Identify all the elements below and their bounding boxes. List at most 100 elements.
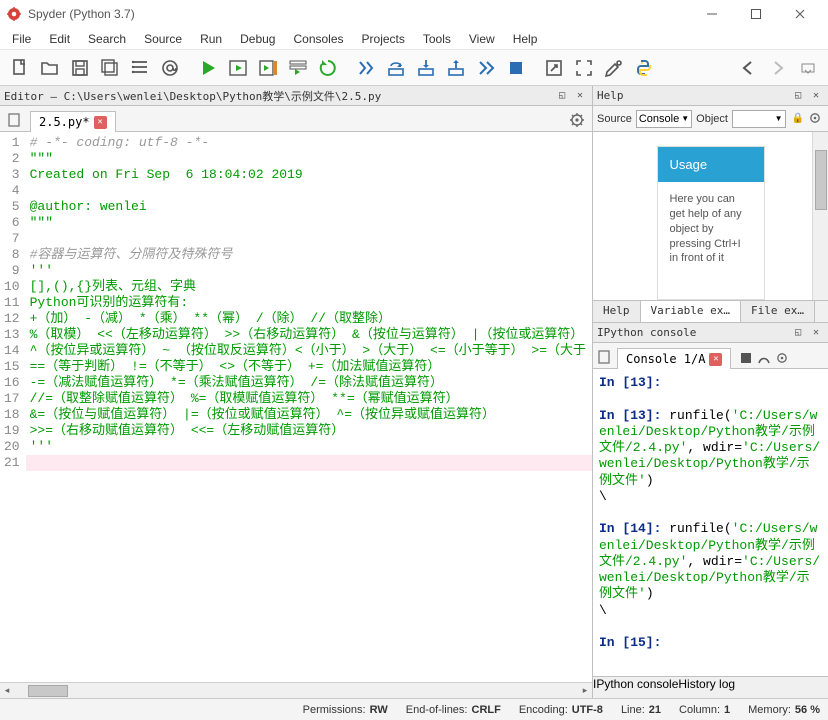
status-eol: CRLF	[472, 704, 501, 716]
console-stop-button[interactable]	[739, 351, 753, 368]
status-mem: 56 %	[795, 704, 820, 716]
editor-tabbar: 2.5.py* ✕	[0, 106, 592, 132]
cwd-dropdown[interactable]	[794, 54, 822, 82]
step-into-button[interactable]	[412, 54, 440, 82]
help-source-label: Source	[597, 113, 632, 125]
ipython-close-button[interactable]: ✕	[808, 326, 824, 340]
menu-tools[interactable]: Tools	[415, 30, 459, 48]
rerun-button[interactable]	[314, 54, 342, 82]
editor-tab[interactable]: 2.5.py* ✕	[30, 111, 116, 132]
menu-projects[interactable]: Projects	[354, 30, 413, 48]
new-file-button[interactable]	[6, 54, 34, 82]
console-tabbar: Console 1/A ✕	[593, 343, 828, 369]
status-enc-label: Encoding:	[519, 704, 568, 716]
editor-undock-button[interactable]: ◱	[554, 89, 570, 103]
code-area[interactable]: # -*- coding: utf-8 -*-"""Created on Fri…	[26, 132, 592, 682]
fullscreen-button[interactable]	[570, 54, 598, 82]
statusbar: Permissions: RW End-of-lines: CRLF Encod…	[0, 698, 828, 720]
ipython-pane-header: IPython console ◱ ✕	[593, 323, 828, 343]
console-output[interactable]: In [13]: In [13]: runfile('C:/Users/wenl…	[593, 369, 828, 676]
back-button[interactable]	[734, 54, 762, 82]
forward-button[interactable]	[764, 54, 792, 82]
editor-pane-header: Editor — C:\Users\wenlei\Desktop\Python教…	[0, 86, 592, 106]
help-pane-header: Help ◱ ✕	[593, 86, 828, 106]
minimize-button[interactable]	[690, 0, 734, 28]
status-enc: UTF-8	[572, 704, 603, 716]
status-line: 21	[649, 704, 661, 716]
status-col-label: Column:	[679, 704, 720, 716]
open-file-button[interactable]	[36, 54, 64, 82]
tab-history-log[interactable]: History log	[678, 677, 735, 698]
editor-tab-label: 2.5.py*	[39, 115, 90, 129]
console-options-button[interactable]	[775, 351, 789, 368]
console-tab-label: Console 1/A	[626, 352, 705, 366]
menu-edit[interactable]: Edit	[41, 30, 78, 48]
editor-tab-close-button[interactable]: ✕	[94, 116, 107, 129]
menu-file[interactable]: File	[4, 30, 39, 48]
menu-debug[interactable]: Debug	[232, 30, 283, 48]
preferences-button[interactable]	[600, 54, 628, 82]
editor-pane-title: Editor — C:\Users\wenlei\Desktop\Python教…	[4, 88, 552, 104]
console-switcher-button[interactable]	[597, 349, 613, 368]
menubar: File Edit Search Source Run Debug Consol…	[0, 28, 828, 50]
help-close-button[interactable]: ✕	[808, 89, 824, 103]
at-button[interactable]	[156, 54, 184, 82]
help-pane-title: Help	[597, 89, 788, 102]
python-path-button[interactable]	[630, 54, 658, 82]
editor-close-button[interactable]: ✕	[572, 89, 588, 103]
menu-consoles[interactable]: Consoles	[285, 30, 351, 48]
run-cell-button[interactable]	[224, 54, 252, 82]
help-vscrollbar[interactable]	[812, 132, 828, 300]
help-usage-card: Usage Here you can get help of any objec…	[657, 146, 765, 300]
editor-options-button[interactable]	[566, 109, 588, 131]
run-button[interactable]	[194, 54, 222, 82]
lock-icon[interactable]: 🔒	[792, 113, 804, 124]
close-button[interactable]	[778, 0, 822, 28]
help-undock-button[interactable]: ◱	[790, 89, 806, 103]
save-all-button[interactable]	[96, 54, 124, 82]
run-selection-button[interactable]	[284, 54, 312, 82]
menu-view[interactable]: View	[461, 30, 503, 48]
status-perm-label: Permissions:	[303, 704, 366, 716]
status-mem-label: Memory:	[748, 704, 791, 716]
ipython-undock-button[interactable]: ◱	[790, 326, 806, 340]
tab-ipython-console[interactable]: IPython console	[593, 677, 678, 698]
help-tabbar: Help Variable ex… File ex…	[593, 300, 828, 322]
ipython-pane-title: IPython console	[597, 326, 788, 339]
help-card-title: Usage	[658, 147, 764, 182]
menu-source[interactable]: Source	[136, 30, 190, 48]
step-over-button[interactable]	[382, 54, 410, 82]
help-object-input[interactable]: ▼	[732, 110, 786, 128]
menu-search[interactable]: Search	[80, 30, 134, 48]
tab-file-explorer[interactable]: File ex…	[741, 301, 815, 322]
console-tab-close-button[interactable]: ✕	[709, 353, 722, 366]
run-cell-advance-button[interactable]	[254, 54, 282, 82]
tab-variable-explorer[interactable]: Variable ex…	[641, 301, 741, 322]
file-switcher-button[interactable]	[4, 109, 26, 131]
help-body: Usage Here you can get help of any objec…	[593, 132, 828, 300]
status-eol-label: End-of-lines:	[406, 704, 468, 716]
help-object-label: Object	[696, 113, 728, 125]
maximize-pane-button[interactable]	[540, 54, 568, 82]
toolbar	[0, 50, 828, 86]
help-card-body: Here you can get help of any object by p…	[658, 182, 764, 276]
help-options-button[interactable]	[808, 111, 824, 127]
tab-help[interactable]: Help	[593, 301, 641, 322]
save-button[interactable]	[66, 54, 94, 82]
code-editor[interactable]: 123456789101112131415161718192021 # -*- …	[0, 132, 592, 682]
stop-debug-button[interactable]	[502, 54, 530, 82]
line-gutter: 123456789101112131415161718192021	[0, 132, 26, 682]
debug-button[interactable]	[352, 54, 380, 82]
console-interrupt-button[interactable]	[757, 351, 771, 368]
editor-hscrollbar[interactable]: ◂▸	[0, 682, 592, 698]
console-bottom-tabbar: IPython console History log	[593, 676, 828, 698]
maximize-button[interactable]	[734, 0, 778, 28]
window-title: Spyder (Python 3.7)	[28, 7, 690, 21]
continue-button[interactable]	[472, 54, 500, 82]
outline-button[interactable]	[126, 54, 154, 82]
help-source-select[interactable]: Console▼	[636, 110, 692, 128]
menu-run[interactable]: Run	[192, 30, 230, 48]
step-out-button[interactable]	[442, 54, 470, 82]
menu-help[interactable]: Help	[505, 30, 546, 48]
console-tab[interactable]: Console 1/A ✕	[617, 348, 731, 369]
